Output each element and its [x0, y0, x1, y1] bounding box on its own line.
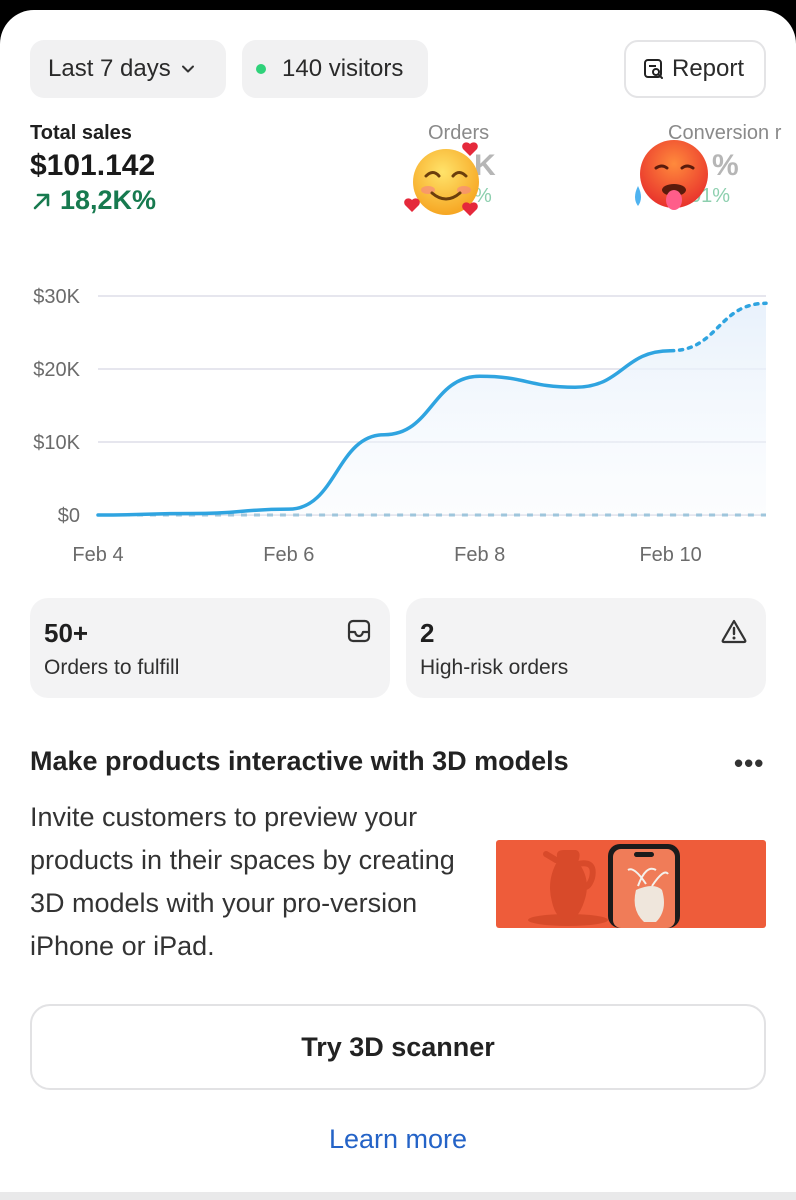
- try-3d-scanner-button[interactable]: Try 3D scanner: [30, 1004, 766, 1090]
- learn-more-link[interactable]: Learn more: [0, 1124, 796, 1155]
- task-label: Orders to fulfill: [44, 656, 180, 679]
- inbox-icon: [347, 619, 371, 643]
- metric-change-value: 18,2K%: [60, 185, 157, 215]
- y-tick-label: $10K: [33, 432, 80, 454]
- x-tick-label: Feb 10: [639, 544, 701, 566]
- live-status-dot: [256, 64, 266, 74]
- metric-total-sales[interactable]: Total sales $101.142 18,2K%: [30, 122, 156, 216]
- y-tick-label: $0: [58, 505, 80, 527]
- x-tick-label: Feb 4: [72, 544, 123, 566]
- task-count: 50+: [44, 618, 89, 648]
- date-range-label: Last 7 days: [48, 55, 171, 82]
- hot-face-icon: [635, 140, 708, 210]
- report-icon: [644, 59, 663, 79]
- high-risk-orders-card[interactable]: 2 High-risk orders: [406, 598, 766, 698]
- promo-image: [496, 840, 766, 928]
- orders-to-fulfill-card[interactable]: 50+ Orders to fulfill: [30, 598, 390, 698]
- visitors-label: 140 visitors: [282, 55, 404, 82]
- warning-icon: [721, 619, 747, 644]
- task-count: 2: [420, 618, 435, 648]
- dashboard-sheet: Last 7 days 140 visitors Report Total sa…: [0, 10, 796, 1192]
- vase-phone-illustration: [528, 844, 680, 928]
- date-range-dropdown[interactable]: Last 7 days: [30, 40, 226, 98]
- smiling-face-with-hearts-icon: [404, 142, 479, 216]
- chevron-down-icon: [181, 65, 194, 73]
- promo-title: Make products interactive with 3D models: [30, 746, 569, 776]
- try-3d-scanner-label: Try 3D scanner: [301, 1031, 495, 1062]
- y-tick-label: $20K: [33, 359, 80, 381]
- promo-description: Invite customers to preview your product…: [30, 802, 455, 961]
- y-tick-label: $30K: [33, 286, 80, 308]
- metric-label: Total sales: [30, 122, 132, 144]
- sales-line-chart: $0 $10K $20K $30K Feb 4 Feb 6 Feb 8 Feb 10: [33, 286, 768, 566]
- task-label: High-risk orders: [420, 656, 569, 679]
- metric-value: $101.142: [30, 149, 156, 182]
- x-tick-label: Feb 8: [454, 544, 505, 566]
- report-label: Report: [672, 55, 745, 82]
- series-area: [98, 303, 766, 515]
- live-visitors-button[interactable]: 140 visitors: [242, 40, 428, 98]
- x-tick-label: Feb 6: [263, 544, 314, 566]
- arrow-up-right-icon: [33, 193, 50, 209]
- metric-change: 18,2K%: [30, 185, 156, 216]
- more-options-button[interactable]: •••: [734, 748, 764, 779]
- report-button[interactable]: Report: [624, 40, 766, 98]
- bottom-bar: [0, 1192, 796, 1200]
